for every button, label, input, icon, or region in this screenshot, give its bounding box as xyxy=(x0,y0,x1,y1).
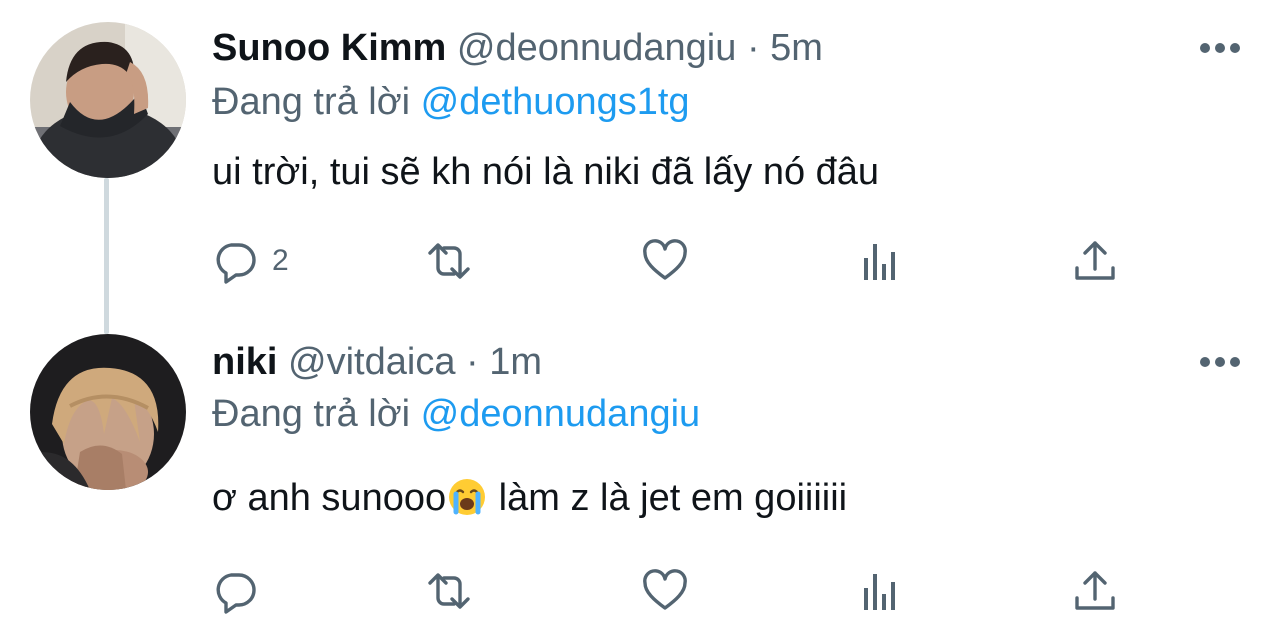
timestamp[interactable]: 1m xyxy=(489,341,542,383)
tweet-text: ơ anh sunooo làm z là jet em goiiiiii xyxy=(212,476,847,526)
reply-button[interactable] xyxy=(212,566,272,616)
reply-icon xyxy=(216,243,256,284)
replying-to: Đang trả lời @deonnudangiu xyxy=(212,392,700,436)
replying-mention-link[interactable]: @dethuongs1tg xyxy=(421,81,690,123)
replying-to: Đang trả lời @dethuongs1tg xyxy=(212,80,690,124)
analytics-button[interactable] xyxy=(858,236,904,286)
tweet-text-after-emoji: làm z là jet em goiiiiii xyxy=(488,477,848,519)
tweet-actions xyxy=(212,566,1132,616)
avatar[interactable] xyxy=(30,22,186,178)
share-icon xyxy=(1075,241,1115,280)
more-options-button[interactable] xyxy=(1198,352,1242,372)
separator-dot: · xyxy=(746,27,760,69)
display-name[interactable]: niki xyxy=(212,341,277,383)
like-button[interactable] xyxy=(642,236,688,286)
tweet-header: niki @vitdaica · 1m xyxy=(212,340,542,384)
more-options-button[interactable] xyxy=(1198,38,1242,58)
replying-prefix: Đang trả lời xyxy=(212,393,411,435)
reply-icon xyxy=(216,573,256,614)
more-icon xyxy=(1200,43,1240,53)
retweet-icon xyxy=(428,243,470,279)
like-icon xyxy=(643,239,687,280)
replying-prefix: Đang trả lời xyxy=(212,81,411,123)
retweet-button[interactable] xyxy=(426,236,472,286)
more-icon xyxy=(1200,357,1240,367)
share-icon xyxy=(1075,571,1115,610)
analytics-icon xyxy=(864,574,895,610)
user-handle[interactable]: @deonnudangiu xyxy=(457,27,737,69)
tweet-text-before-emoji: ơ anh sunooo xyxy=(212,477,447,519)
retweet-icon xyxy=(428,573,470,609)
tweet-text: ui trời, tui sẽ kh nói là niki đã lấy nó… xyxy=(212,151,880,193)
replying-mention-link[interactable]: @deonnudangiu xyxy=(421,393,701,435)
reply-button[interactable]: 2 xyxy=(212,236,289,286)
reply-count: 2 xyxy=(272,244,289,277)
analytics-icon xyxy=(864,244,895,280)
retweet-button[interactable] xyxy=(426,566,472,616)
avatar[interactable] xyxy=(30,334,186,490)
tweet-actions: 2 xyxy=(212,236,1132,286)
separator-dot: · xyxy=(466,341,479,383)
loudly-crying-face-emoji-icon xyxy=(448,478,486,526)
display-name[interactable]: Sunoo Kimm xyxy=(212,27,446,69)
like-icon xyxy=(643,569,687,610)
share-button[interactable] xyxy=(1072,236,1118,286)
user-handle[interactable]: @vitdaica xyxy=(288,341,455,383)
share-button[interactable] xyxy=(1072,566,1118,616)
tweet-header: Sunoo Kimm @deonnudangiu · 5m xyxy=(212,26,823,70)
analytics-button[interactable] xyxy=(858,566,904,616)
thread-connector-line xyxy=(104,178,109,334)
timestamp[interactable]: 5m xyxy=(770,27,823,69)
like-button[interactable] xyxy=(642,566,688,616)
